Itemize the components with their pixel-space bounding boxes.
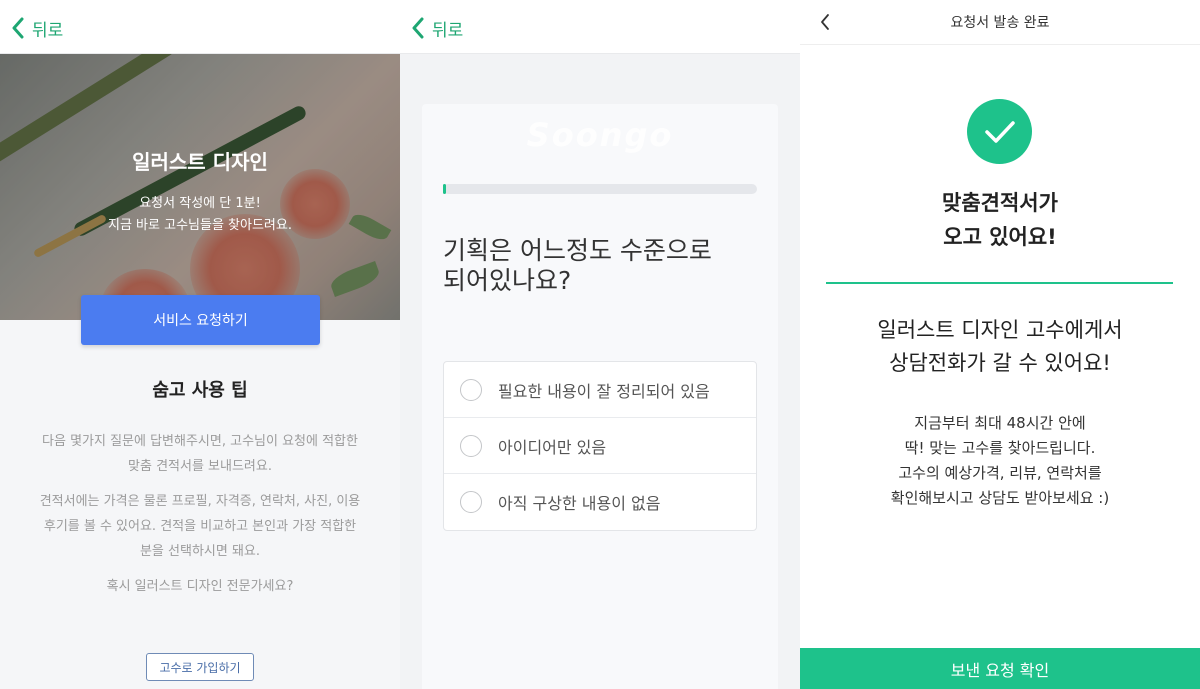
tip-line: 다음 몇가지 질문에 답변해주시면, 고수님이 요청에 적합한 (42, 434, 358, 449)
question-screen: 뒤로 Soongo (400, 0, 800, 689)
answer-options: 필요한 내용이 잘 정리되어 있음 아이디어만 있음 아직 구상한 내용이 없음 (443, 361, 757, 531)
tip-paragraph-1: 다음 몇가지 질문에 답변해주시면, 고수님이 요청에 적합한 맞춤 견적서를 … (18, 429, 382, 479)
description-line: 지금부터 최대 48시간 안에 (914, 414, 1086, 432)
radio-unchecked-icon[interactable] (460, 378, 482, 401)
answer-option-label: 아직 구상한 내용이 없음 (498, 494, 661, 513)
request-service-button[interactable]: 서비스 요청하기 (81, 295, 320, 345)
answer-option-label: 아이디어만 있음 (498, 437, 607, 457)
view-sent-requests-button[interactable]: 보낸 요청 확인 (800, 648, 1200, 689)
headline-line: 오고 있어요! (943, 225, 1057, 249)
chevron-left-icon (412, 17, 424, 39)
service-intro-screen: 뒤로 일러스트 디자인 요청서 작성에 단 1분! 지금 바로 고수님들을 찾아… (0, 0, 400, 689)
tips-title: 숨고 사용 팁 (152, 380, 248, 401)
green-divider (826, 282, 1173, 284)
tip-paragraph-2: 견적서에는 가격은 물론 프로필, 자격증, 연락처, 사진, 이용 후기를 볼… (18, 489, 382, 564)
description-line: 고수의 예상가격, 리뷰, 연락처를 (898, 464, 1102, 482)
description: 지금부터 최대 48시간 안에 딱! 맞는 고수를 찾아드립니다. 고수의 예상… (800, 411, 1200, 511)
hero-banner: 일러스트 디자인 요청서 작성에 단 1분! 지금 바로 고수님들을 찾아드려요… (0, 54, 400, 320)
page-title: 요청서 발송 완료 (950, 15, 1050, 31)
soongo-watermark: Soongo (526, 116, 674, 154)
header-divider (800, 44, 1200, 45)
answer-option[interactable]: 아이디어만 있음 (444, 418, 756, 474)
question-line: 기획은 어느정도 수준으로 (443, 236, 712, 265)
description-line: 확인해보시고 상담도 받아보세요 :) (890, 489, 1110, 507)
tip-line: 맞춤 견적서를 보내드려요. (128, 459, 272, 474)
progress-bar (443, 184, 757, 194)
question-line: 되어있나요? (443, 266, 572, 295)
back-button[interactable]: 뒤로 (410, 14, 463, 42)
success-headline: 맞춤견적서가 오고 있어요! (800, 186, 1200, 254)
top-bar: 뒤로 (0, 0, 400, 54)
tip-line: 견적서에는 가격은 물론 프로필, 자격증, 연락처, 사진, 이용 (39, 494, 361, 509)
check-icon (967, 99, 1032, 164)
question-text: 기획은 어느정도 수준으로 되어있나요? (443, 236, 763, 296)
headline-line: 맞춤견적서가 (942, 191, 1058, 215)
hero-text: 일러스트 디자인 요청서 작성에 단 1분! 지금 바로 고수님들을 찾아드려요… (0, 146, 400, 237)
tip-line: 분을 선택하시면 돼요. (139, 544, 261, 559)
sub-headline-line: 일러스트 디자인 고수에게서 (877, 318, 1123, 342)
tip-line: 후기를 볼 수 있어요. 견적을 비교하고 본인과 가장 적합한 (43, 519, 357, 534)
top-bar: 뒤로 (400, 0, 800, 54)
hero-subtitle-2: 지금 바로 고수님들을 찾아드려요. (108, 218, 292, 233)
sub-headline-line: 상담전화가 갈 수 있어요! (889, 351, 1111, 375)
back-label: 뒤로 (432, 20, 464, 41)
back-button[interactable]: 뒤로 (10, 14, 63, 42)
answer-option-label: 필요한 내용이 잘 정리되어 있음 (498, 381, 710, 401)
join-as-pro-button[interactable]: 고수로 가입하기 (146, 653, 254, 681)
hero-subtitle-1: 요청서 작성에 단 1분! (139, 196, 261, 211)
radio-unchecked-icon[interactable] (460, 491, 482, 513)
answer-option[interactable]: 필요한 내용이 잘 정리되어 있음 (444, 362, 756, 418)
radio-unchecked-icon[interactable] (460, 434, 482, 457)
hero-title: 일러스트 디자인 (132, 150, 268, 174)
sub-headline: 일러스트 디자인 고수에게서 상담전화가 갈 수 있어요! (800, 314, 1200, 380)
description-line: 딱! 맞는 고수를 찾아드립니다. (904, 439, 1096, 457)
progress-fill (443, 184, 447, 194)
back-label: 뒤로 (32, 20, 64, 41)
pro-question: 혹시 일러스트 디자인 전문가세요? (106, 579, 294, 594)
chevron-left-icon (12, 17, 24, 39)
answer-option[interactable]: 아직 구상한 내용이 없음 (444, 474, 756, 530)
